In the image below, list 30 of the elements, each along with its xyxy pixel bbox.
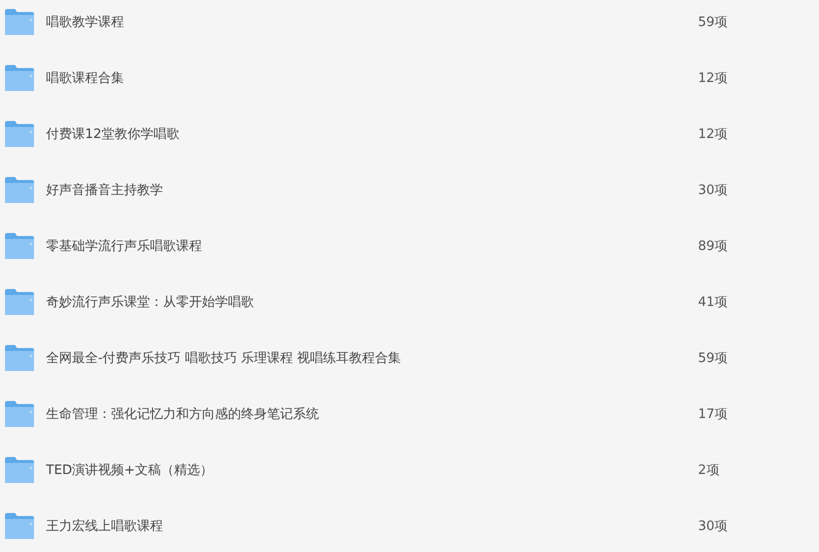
folder-name[interactable]: 奇妙流行声乐课堂：从零开始学唱歌	[46, 293, 698, 311]
folder-icon	[5, 9, 34, 35]
item-count: 30项	[698, 518, 728, 535]
folder-name[interactable]: 零基础学流行声乐唱歌课程	[46, 237, 698, 255]
folder-icon	[5, 121, 34, 147]
folder-icon	[5, 177, 34, 203]
folder-icon	[5, 345, 34, 371]
folder-name[interactable]: 王力宏线上唱歌课程	[46, 517, 698, 535]
folder-name[interactable]: 付费课12堂教你学唱歌	[46, 125, 698, 143]
item-count: 2项	[698, 462, 720, 479]
folder-icon	[5, 65, 34, 91]
folder-icon	[5, 401, 34, 427]
folder-name[interactable]: 全网最全-付费声乐技巧 唱歌技巧 乐理课程 视唱练耳教程合集	[46, 349, 698, 367]
item-count: 89项	[698, 238, 728, 255]
folder-icon	[5, 233, 34, 259]
item-count: 30项	[698, 182, 728, 199]
folder-name[interactable]: 唱歌教学课程	[46, 13, 698, 31]
folder-name[interactable]: 生命管理：强化记忆力和方向感的终身笔记系统	[46, 405, 698, 423]
folder-name[interactable]: 好声音播音主持教学	[46, 181, 698, 199]
item-count: 59项	[698, 14, 728, 31]
folder-name[interactable]: 唱歌课程合集	[46, 69, 698, 87]
item-count: 41项	[698, 294, 728, 311]
item-count: 12项	[698, 126, 728, 143]
folder-icon	[5, 457, 34, 483]
folder-icon	[5, 513, 34, 539]
item-count: 12项	[698, 70, 728, 87]
item-count: 17项	[698, 406, 728, 423]
folder-icon	[5, 289, 34, 315]
folder-name[interactable]: TED演讲视频+文稿（精选）	[46, 461, 698, 479]
item-count: 59项	[698, 350, 728, 367]
